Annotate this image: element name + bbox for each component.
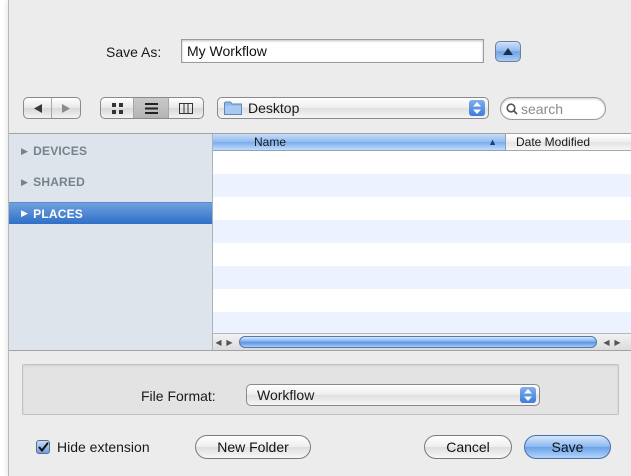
column-header-name[interactable]: Name ▲ bbox=[213, 134, 506, 151]
icon-view-icon bbox=[111, 102, 123, 114]
disclosure-triangle-icon: ▶ bbox=[21, 145, 29, 156]
collapse-dialog-button[interactable] bbox=[495, 41, 521, 62]
view-mode-segment bbox=[100, 97, 204, 119]
icon-view-button[interactable] bbox=[101, 98, 135, 118]
back-button[interactable] bbox=[24, 98, 53, 118]
scroll-right-icon[interactable]: ▶ bbox=[612, 335, 623, 350]
list-item bbox=[213, 174, 631, 197]
column-view-button[interactable] bbox=[169, 98, 203, 118]
search-icon bbox=[506, 102, 518, 115]
save-as-input[interactable] bbox=[181, 39, 484, 63]
location-label: Desktop bbox=[248, 100, 300, 116]
file-format-panel: File Format: Workflow bbox=[22, 364, 619, 415]
file-format-label: File Format: bbox=[141, 388, 216, 404]
horizontal-scrollbar[interactable]: ◀ ▶ ◀ ▶ bbox=[213, 333, 631, 350]
list-item bbox=[213, 243, 631, 266]
sidebar: ▶ DEVICES ▶ SHARED ▶ PLACES bbox=[9, 134, 213, 350]
disclosure-triangle-icon: ▶ bbox=[21, 208, 29, 218]
scroll-thumb[interactable] bbox=[239, 336, 597, 348]
checkmark-icon bbox=[37, 442, 49, 452]
back-arrow-icon bbox=[33, 103, 42, 113]
save-as-label: Save As: bbox=[106, 44, 162, 60]
file-rows bbox=[213, 151, 631, 335]
list-header: Name ▲ Date Modified bbox=[213, 134, 631, 151]
list-item bbox=[213, 151, 631, 174]
forward-button[interactable] bbox=[52, 98, 80, 118]
list-view-icon bbox=[144, 102, 158, 114]
nav-segment bbox=[23, 97, 81, 119]
sidebar-item-label: PLACES bbox=[33, 206, 83, 221]
sidebar-item-places[interactable]: ▶ PLACES bbox=[9, 202, 212, 224]
save-button[interactable]: Save bbox=[524, 435, 611, 459]
list-item bbox=[213, 289, 631, 312]
new-folder-button[interactable]: New Folder bbox=[195, 435, 311, 459]
list-view-button[interactable] bbox=[134, 98, 169, 118]
column-view-icon bbox=[178, 102, 193, 114]
save-dialog: Save As: My Workflow Desktop search ▶ DE… bbox=[8, 0, 631, 476]
sort-ascending-icon: ▲ bbox=[488, 137, 497, 147]
list-item bbox=[213, 197, 631, 220]
disclosure-triangle-icon: ▶ bbox=[21, 176, 29, 187]
sidebar-item-shared[interactable]: ▶ SHARED bbox=[9, 171, 212, 193]
file-format-popup[interactable]: Workflow bbox=[246, 384, 540, 406]
hide-extension-label[interactable]: Hide extension bbox=[57, 439, 150, 455]
sidebar-item-label: SHARED bbox=[33, 175, 85, 189]
file-format-value: Workflow bbox=[257, 387, 315, 403]
list-item bbox=[213, 312, 631, 335]
folder-icon bbox=[224, 101, 242, 115]
popup-arrows-icon bbox=[469, 100, 485, 116]
scroll-left-icon[interactable]: ◀ bbox=[601, 335, 612, 350]
location-popup[interactable]: Desktop bbox=[217, 97, 489, 119]
search-input[interactable] bbox=[518, 100, 598, 117]
cancel-button[interactable]: Cancel bbox=[424, 435, 512, 459]
hide-extension-checkbox[interactable] bbox=[36, 440, 50, 454]
file-list: Name ▲ Date Modified ◀ ▶ ◀ ▶ bbox=[213, 134, 631, 350]
file-browser: ▶ DEVICES ▶ SHARED ▶ PLACES Name ▲ Date … bbox=[9, 133, 631, 351]
sidebar-item-devices[interactable]: ▶ DEVICES bbox=[9, 140, 212, 162]
scroll-right-icon[interactable]: ▶ bbox=[224, 335, 235, 350]
list-item bbox=[213, 266, 631, 289]
forward-arrow-icon bbox=[62, 103, 70, 113]
sidebar-item-label: DEVICES bbox=[33, 144, 88, 158]
list-item bbox=[213, 220, 631, 243]
triangle-up-icon bbox=[503, 48, 513, 55]
column-header-date-modified[interactable]: Date Modified bbox=[506, 134, 631, 151]
search-field[interactable] bbox=[500, 97, 606, 120]
popup-arrows-icon bbox=[520, 387, 536, 403]
scroll-left-icon[interactable]: ◀ bbox=[213, 335, 224, 350]
